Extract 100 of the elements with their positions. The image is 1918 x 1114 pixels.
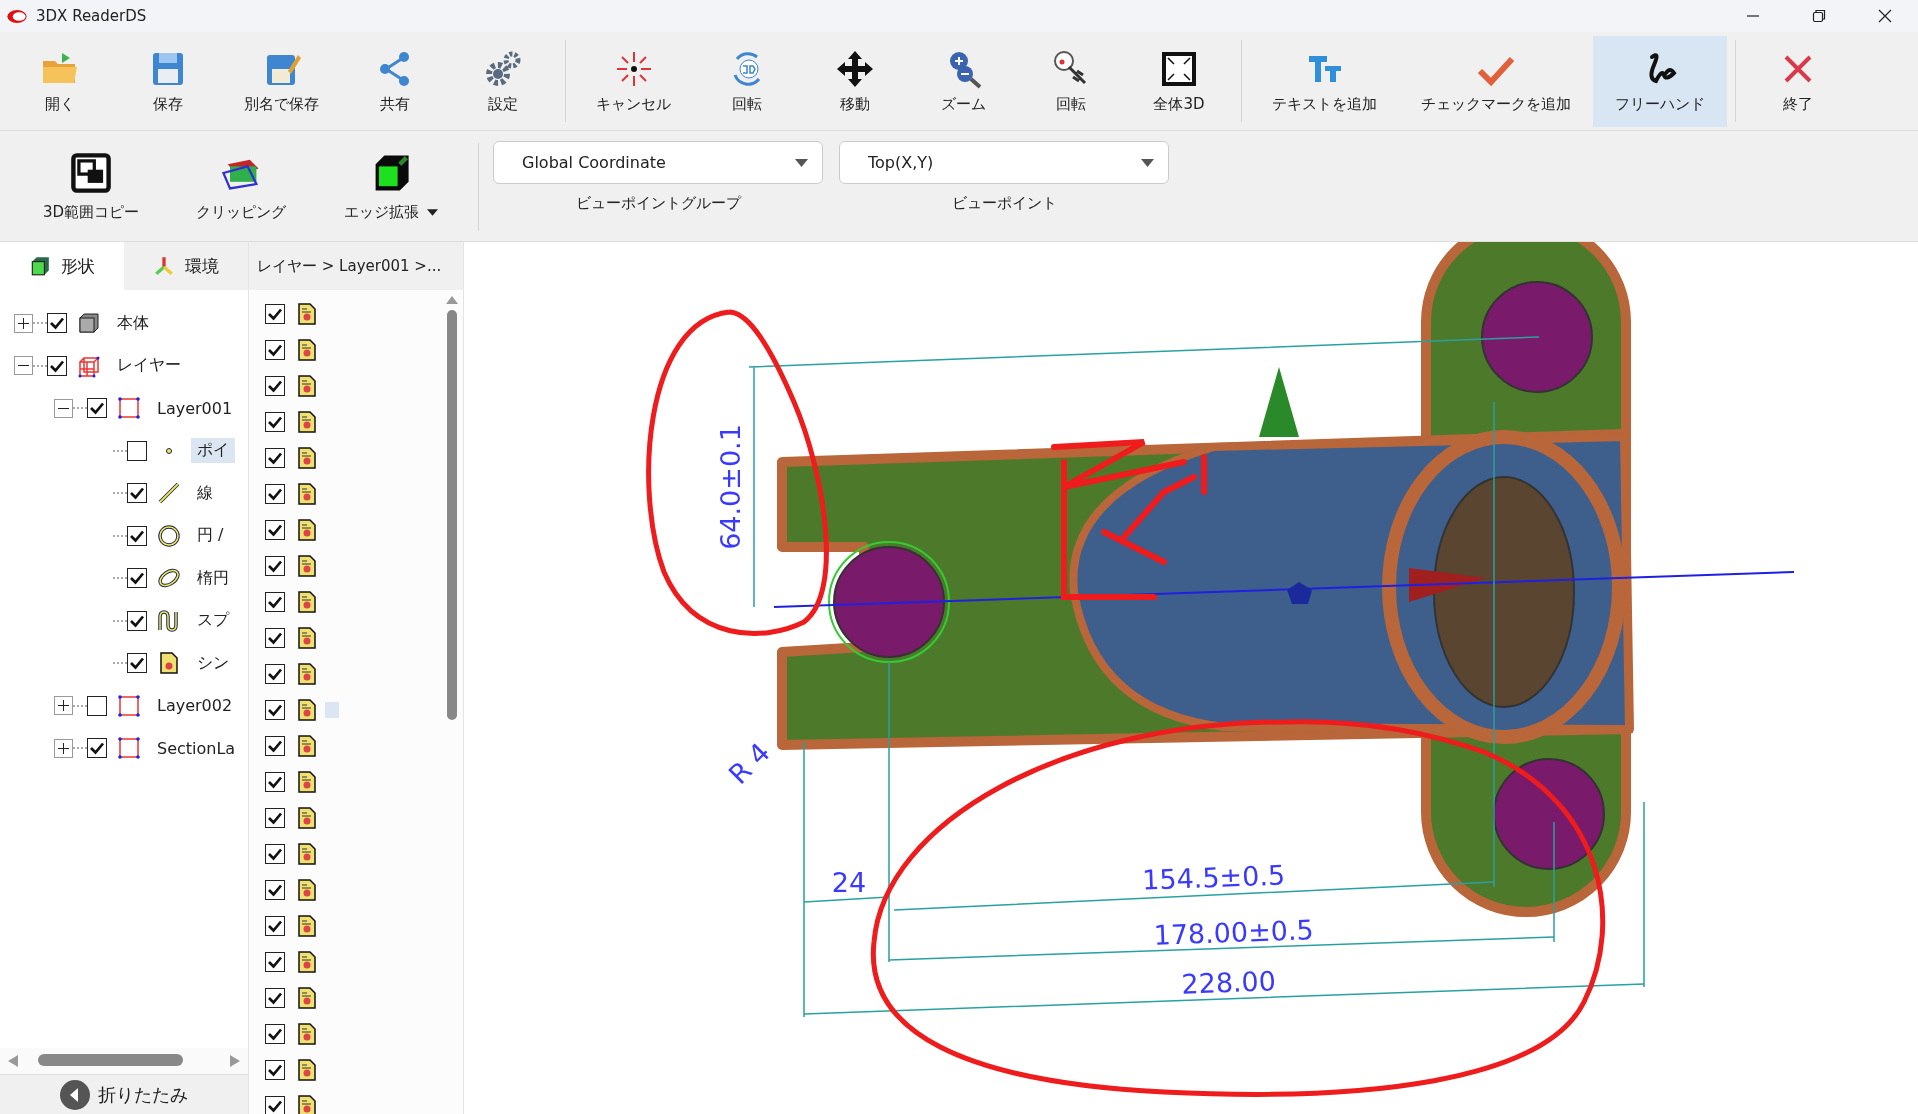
checkbox[interactable] bbox=[127, 653, 147, 674]
expander-toggle[interactable] bbox=[54, 738, 73, 758]
toolbar-button[interactable]: 3D範囲コピー bbox=[16, 131, 166, 241]
restore-icon[interactable] bbox=[1812, 9, 1826, 23]
checkbox[interactable] bbox=[265, 484, 285, 504]
checkbox[interactable] bbox=[265, 664, 285, 684]
scroll-up-icon[interactable] bbox=[446, 296, 458, 304]
tree-item[interactable]: 楕円 bbox=[191, 565, 235, 591]
checkbox[interactable] bbox=[265, 952, 285, 972]
tree-item[interactable]: 本体 bbox=[111, 310, 155, 336]
toolbar-button[interactable]: クリッピング bbox=[166, 131, 316, 241]
document-icon bbox=[295, 770, 319, 794]
toolbar-button[interactable]: 開く bbox=[6, 36, 114, 127]
toolbar-button[interactable]: フリーハンド bbox=[1593, 36, 1727, 127]
toolbar-button[interactable]: 回転 bbox=[1017, 36, 1125, 127]
document-icon bbox=[157, 651, 181, 676]
toolbar-button[interactable]: 別名で保存 bbox=[222, 36, 341, 127]
tree-item[interactable]: Layer001 bbox=[151, 396, 239, 420]
checkbox[interactable] bbox=[265, 556, 285, 576]
scroll-left-icon[interactable] bbox=[8, 1055, 18, 1067]
expander-toggle[interactable] bbox=[14, 313, 33, 333]
circle-icon bbox=[157, 523, 181, 548]
layer-square-icon bbox=[117, 693, 141, 718]
scrollbar-thumb[interactable] bbox=[38, 1054, 183, 1066]
dimension-label: 178.00±0.5 bbox=[1153, 914, 1315, 951]
document-icon bbox=[295, 1022, 319, 1046]
toolbar-button[interactable]: 設定 bbox=[449, 36, 557, 127]
checkbox[interactable] bbox=[265, 988, 285, 1008]
checkbox[interactable] bbox=[87, 398, 107, 419]
toolbar-button[interactable]: キャンセル bbox=[574, 36, 693, 127]
dimension-label: R 4 bbox=[722, 736, 776, 790]
document-icon bbox=[295, 662, 319, 686]
checkbox[interactable] bbox=[265, 376, 285, 396]
tree-item[interactable]: SectionLa bbox=[151, 736, 242, 760]
viewpoint-dropdown[interactable]: Global Coordinate bbox=[493, 141, 823, 184]
checkbox[interactable] bbox=[265, 844, 285, 864]
checkbox[interactable] bbox=[265, 304, 285, 324]
checkbox[interactable] bbox=[47, 313, 67, 334]
viewpoint-dropdown[interactable]: Top(X,Y) bbox=[839, 141, 1169, 184]
expander-toggle[interactable] bbox=[54, 398, 73, 418]
toolbar-button[interactable]: 全体3D bbox=[1125, 36, 1233, 127]
checkbox[interactable] bbox=[265, 1024, 285, 1044]
checkbox[interactable] bbox=[265, 1060, 285, 1080]
toolbar-button[interactable]: エッジ拡張 bbox=[316, 131, 466, 241]
document-icon bbox=[295, 734, 319, 758]
checkbox[interactable] bbox=[87, 738, 107, 759]
checkbox[interactable] bbox=[265, 736, 285, 756]
document-icon bbox=[295, 842, 319, 866]
scrollbar-thumb[interactable] bbox=[447, 310, 457, 720]
toolbar-button[interactable]: 終了 bbox=[1744, 36, 1852, 127]
document-icon bbox=[295, 374, 319, 398]
checkbox[interactable] bbox=[127, 610, 147, 631]
checkbox[interactable] bbox=[265, 700, 285, 720]
checkbox[interactable] bbox=[127, 483, 147, 504]
checkbox[interactable] bbox=[265, 772, 285, 792]
tree-item[interactable]: シン bbox=[191, 650, 235, 676]
checkbox[interactable] bbox=[127, 440, 147, 461]
checkbox[interactable] bbox=[47, 355, 67, 376]
checkbox[interactable] bbox=[265, 448, 285, 468]
checkbox[interactable] bbox=[265, 520, 285, 540]
tree-item[interactable]: ポイ bbox=[191, 438, 235, 464]
toolbar-button[interactable]: 共有 bbox=[341, 36, 449, 127]
toolbar-button[interactable]: 保存 bbox=[114, 36, 222, 127]
close-icon[interactable] bbox=[1878, 9, 1892, 23]
checkbox[interactable] bbox=[127, 525, 147, 546]
panel-tab[interactable]: 形状 bbox=[0, 242, 124, 290]
expander-toggle[interactable] bbox=[54, 696, 73, 716]
expander-toggle[interactable] bbox=[14, 356, 33, 376]
window-title: 3DX ReaderDS bbox=[36, 7, 147, 25]
checkbox[interactable] bbox=[265, 880, 285, 900]
tree-item[interactable]: 円 / bbox=[191, 523, 230, 549]
app-logo-icon bbox=[6, 8, 28, 24]
toolbar-button[interactable]: 移動 bbox=[801, 36, 909, 127]
tree-item[interactable]: スプ bbox=[191, 608, 235, 634]
axes-icon bbox=[153, 255, 175, 277]
tree-item[interactable]: Layer002 bbox=[151, 694, 239, 718]
toolbar-button[interactable]: チェックマークを追加 bbox=[1399, 36, 1593, 127]
scroll-right-icon[interactable] bbox=[230, 1055, 240, 1067]
checkbox[interactable] bbox=[265, 916, 285, 936]
checkbox[interactable] bbox=[265, 628, 285, 648]
checkbox[interactable] bbox=[265, 1096, 285, 1114]
toolbar-button[interactable]: ズーム bbox=[909, 36, 1017, 127]
document-icon bbox=[295, 518, 319, 542]
wave-icon bbox=[157, 608, 181, 633]
document-icon bbox=[295, 698, 319, 722]
checkbox[interactable] bbox=[87, 695, 107, 716]
document-icon bbox=[295, 410, 319, 434]
collapse-button[interactable]: 折りたたみ bbox=[0, 1074, 248, 1114]
tree-item[interactable]: レイヤー bbox=[111, 353, 187, 379]
checkbox[interactable] bbox=[265, 592, 285, 612]
document-icon bbox=[295, 482, 319, 506]
dropdown-label: ビューポイント bbox=[951, 194, 1057, 213]
toolbar-button[interactable]: テキストを追加 bbox=[1250, 36, 1399, 127]
checkbox[interactable] bbox=[265, 412, 285, 432]
caret-icon bbox=[1141, 158, 1154, 167]
checkbox[interactable] bbox=[127, 568, 147, 589]
toolbar-button[interactable]: 回転 bbox=[693, 36, 801, 127]
checkbox[interactable] bbox=[265, 340, 285, 360]
tree-item[interactable]: 線 bbox=[191, 480, 219, 506]
checkbox[interactable] bbox=[265, 808, 285, 828]
